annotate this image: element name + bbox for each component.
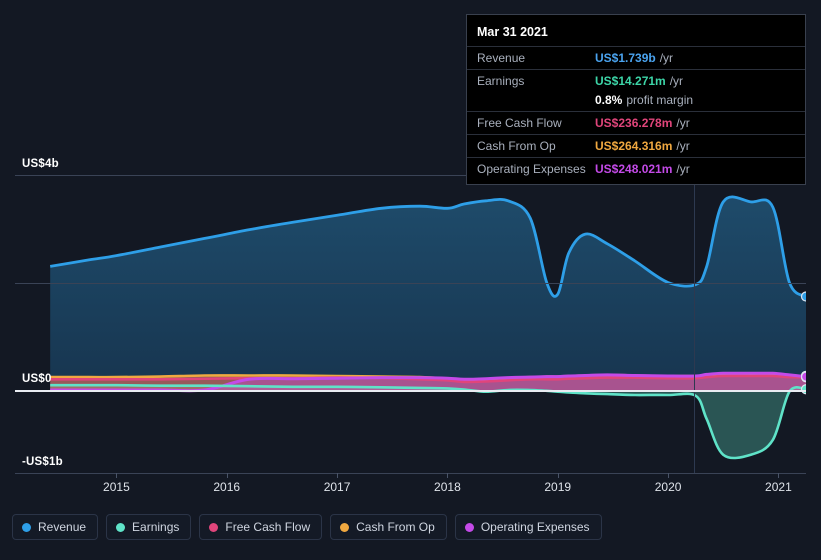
chart-legend: Revenue Earnings Free Cash Flow Cash From O… <box>12 514 602 540</box>
tooltip-row-operating-expenses: Operating Expenses US$248.021m/yr <box>467 157 805 180</box>
endpoint-marker-operating-expenses <box>800 371 806 382</box>
legend-item-free-cash-flow[interactable]: Free Cash Flow <box>199 514 323 540</box>
legend-color-dot-icon <box>116 522 126 532</box>
tooltip-row-value: US$248.021m <box>595 162 673 176</box>
tooltip-profit-margin-row: 0.8% profit margin <box>467 92 805 111</box>
y-axis-label: US$0 <box>22 373 52 385</box>
tooltip-row-value: US$264.316m <box>595 139 673 153</box>
area-revenue <box>50 196 806 390</box>
data-tooltip: Mar 31 2021 Revenue US$1.739b/yr Earnings U… <box>466 14 806 185</box>
x-tick <box>557 473 559 478</box>
tooltip-rows: Revenue US$1.739b/yr Earnings US$14.271m/yr… <box>467 46 805 180</box>
tooltip-row-key: Earnings <box>477 74 525 88</box>
tooltip-row-key: Free Cash Flow <box>477 116 562 130</box>
legend-color-dot-icon <box>209 522 219 532</box>
legend-color-dot-icon <box>340 522 350 532</box>
tooltip-row-unit: /yr <box>676 139 690 153</box>
legend-color-dot-icon <box>22 522 31 532</box>
legend-label: Operating Expenses <box>480 520 590 534</box>
tooltip-row-value: US$236.278m <box>595 116 673 130</box>
tooltip-row-key: Operating Expenses <box>477 162 586 176</box>
legend-item-earnings[interactable]: Earnings <box>106 514 192 540</box>
tooltip-row-value: US$14.271m <box>595 74 666 88</box>
x-axis-label: 2021 <box>765 480 792 494</box>
legend-label: Earnings <box>132 520 180 534</box>
x-axis: 2015 2016 2017 2018 2019 2020 2021 <box>0 473 821 505</box>
x-axis-label: 2015 <box>103 480 130 494</box>
tooltip-row-unit: /yr <box>669 74 684 88</box>
forecast-divider <box>694 175 695 473</box>
tooltip-row-free-cash-flow: Free Cash Flow US$236.278m/yr <box>467 111 805 134</box>
tooltip-row-unit: /yr <box>676 162 690 176</box>
tooltip-date: Mar 31 2021 <box>477 25 548 39</box>
financial-area-chart: US$4b US$0 -US$1b 2015 2016 2017 2018 2019 2020… <box>0 0 821 560</box>
tooltip-profit-margin-label: profit margin <box>626 93 694 107</box>
tooltip-row-cash-from-op: Cash From Op US$264.316m/yr <box>467 134 805 157</box>
tooltip-row-key: Revenue <box>477 51 526 65</box>
legend-item-cash-from-op[interactable]: Cash From Op <box>330 514 447 540</box>
area-earnings <box>50 385 806 459</box>
tooltip-row-value: US$1.739b <box>595 51 656 65</box>
x-axis-label: 2016 <box>213 480 241 494</box>
tooltip-row-earnings: Earnings US$14.271m/yr <box>467 69 805 92</box>
x-axis-line <box>15 473 806 474</box>
legend-item-operating-expenses[interactable]: Operating Expenses <box>454 514 602 540</box>
tooltip-row-unit: /yr <box>676 116 690 130</box>
plot-area: US$4b US$0 -US$1b <box>0 158 821 475</box>
x-axis-label: 2018 <box>434 480 461 494</box>
x-tick <box>226 473 228 478</box>
gridline-1 <box>15 282 806 284</box>
x-tick <box>447 473 449 478</box>
x-axis-label: 2017 <box>323 480 351 494</box>
series-layer <box>49 195 806 460</box>
legend-label: Revenue <box>38 520 87 534</box>
x-axis-label: 2019 <box>544 480 572 494</box>
tooltip-profit-margin-value: 0.8% <box>595 93 623 107</box>
legend-item-revenue[interactable]: Revenue <box>12 514 99 540</box>
tooltip-row-unit: /yr <box>659 51 674 65</box>
y-axis-label: -US$1b <box>22 456 63 468</box>
x-tick <box>337 473 339 478</box>
legend-label: Cash From Op <box>356 520 435 534</box>
x-axis-label: 2020 <box>654 480 682 494</box>
x-tick <box>116 473 118 478</box>
x-tick <box>778 473 780 478</box>
gridline-2 <box>15 390 806 392</box>
endpoint-marker-revenue <box>800 291 806 302</box>
legend-color-dot-icon <box>464 522 474 532</box>
y-axis-label: US$4b <box>22 158 59 170</box>
tooltip-row-key: Cash From Op <box>477 139 556 153</box>
x-tick <box>668 473 670 478</box>
line-earnings <box>50 383 806 460</box>
tooltip-row-revenue: Revenue US$1.739b/yr <box>467 46 805 69</box>
legend-label: Free Cash Flow <box>225 520 311 534</box>
